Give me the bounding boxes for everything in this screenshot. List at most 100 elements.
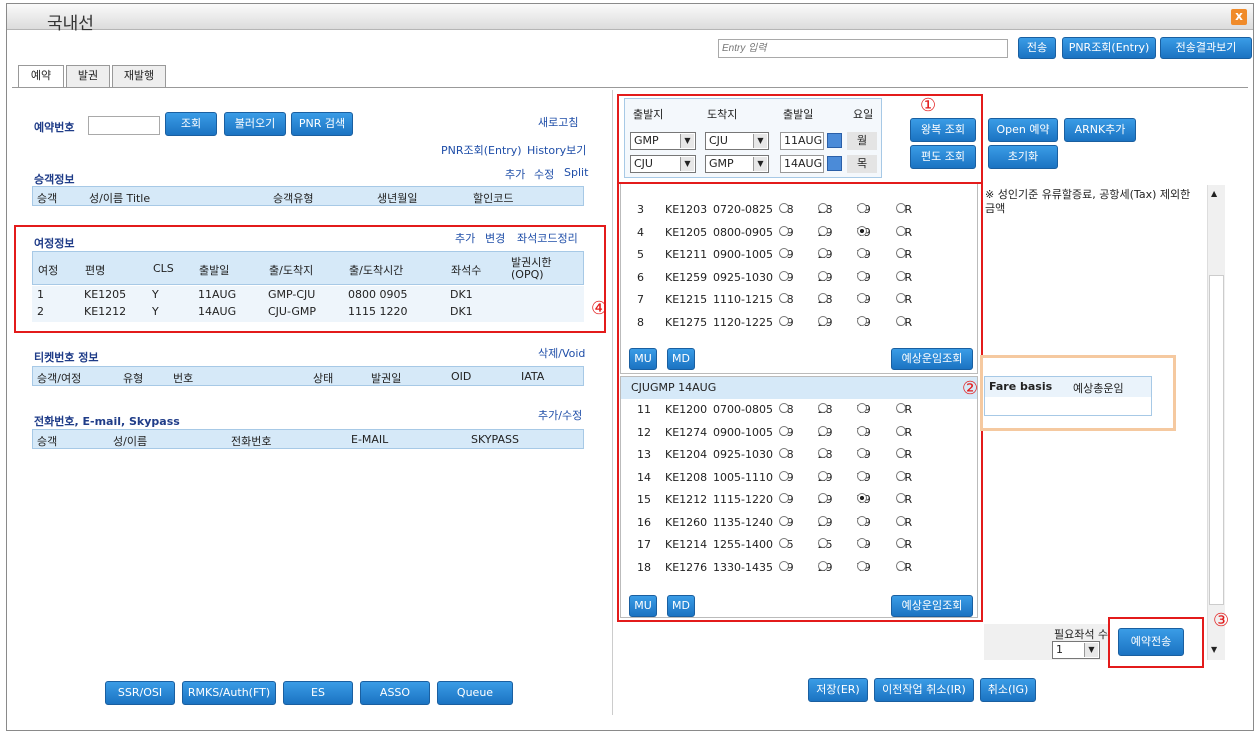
radio-icon[interactable] <box>896 448 906 458</box>
contact-edit-link[interactable]: 추가/수정 <box>538 407 582 423</box>
pnr-entry-link[interactable]: PNR조회(Entry) <box>441 142 522 158</box>
class-radio[interactable]: C8 <box>779 403 794 416</box>
class-radio[interactable]: Y9 <box>857 448 871 461</box>
ticket-void-link[interactable]: 삭제/Void <box>538 345 585 361</box>
radio-icon[interactable] <box>779 448 789 458</box>
class-radio[interactable]: Y9 <box>857 425 871 439</box>
radio-icon[interactable] <box>896 515 906 526</box>
class-radio[interactable]: Z9 <box>818 560 833 574</box>
class-radio[interactable]: GR <box>896 403 912 416</box>
history-link[interactable]: History보기 <box>527 142 586 158</box>
radio-icon[interactable] <box>779 470 789 481</box>
class-radio[interactable]: GR <box>896 425 912 439</box>
radio-icon[interactable] <box>779 425 789 436</box>
class-radio[interactable]: Y9 <box>857 538 871 551</box>
class-radio[interactable]: Z8 <box>818 448 833 461</box>
radio-icon[interactable] <box>818 470 828 481</box>
queue-button[interactable]: Queue <box>437 681 513 705</box>
class-radio[interactable]: GR <box>896 560 912 574</box>
radio-icon[interactable] <box>857 493 867 503</box>
mu-button[interactable]: MU <box>629 595 657 617</box>
radio-icon[interactable] <box>818 538 828 548</box>
entry-input[interactable] <box>718 39 1008 58</box>
undo-button[interactable]: 이전작업 취소(IR) <box>874 678 974 702</box>
es-button[interactable]: ES <box>283 681 353 705</box>
tab-reissue[interactable]: 재발행 <box>112 65 166 87</box>
scroll-down-icon[interactable]: ▼ <box>1211 645 1217 654</box>
radio-icon[interactable] <box>896 425 906 436</box>
pnr-entry-button[interactable]: PNR조회(Entry) <box>1062 37 1156 59</box>
radio-icon[interactable] <box>779 560 789 571</box>
radio-icon[interactable] <box>857 515 867 526</box>
reset-button[interactable]: 초기화 <box>988 145 1058 169</box>
class-radio[interactable]: C9 <box>779 560 794 574</box>
class-radio[interactable]: GR <box>896 493 912 506</box>
arnk-add-button[interactable]: ARNK추가 <box>1064 118 1136 142</box>
radio-icon[interactable] <box>857 448 867 458</box>
radio-icon[interactable] <box>857 538 867 548</box>
radio-icon[interactable] <box>818 560 828 571</box>
class-radio[interactable]: C9 <box>779 425 794 439</box>
pnr-search-button[interactable]: PNR 검색 <box>291 112 353 136</box>
radio-icon[interactable] <box>818 493 828 503</box>
radio-icon[interactable] <box>896 538 906 548</box>
send-result-button[interactable]: 전송결과보기 <box>1160 37 1252 59</box>
class-radio[interactable]: Z5 <box>818 538 833 551</box>
class-radio[interactable]: Y9 <box>857 515 871 529</box>
class-radio[interactable]: C9 <box>779 515 794 529</box>
fare-inquiry-button[interactable]: 예상운임조회 <box>891 595 973 617</box>
class-radio[interactable]: Z9 <box>818 425 833 439</box>
radio-icon[interactable] <box>896 493 906 503</box>
class-radio[interactable]: GR <box>896 470 912 484</box>
close-icon[interactable]: x <box>1231 9 1247 25</box>
radio-icon[interactable] <box>896 403 906 413</box>
radio-icon[interactable] <box>779 538 789 548</box>
class-radio[interactable]: C5 <box>779 538 794 551</box>
class-radio[interactable]: GR <box>896 448 912 461</box>
class-radio[interactable]: C9 <box>779 493 794 506</box>
inquire-button[interactable]: 조회 <box>165 112 217 136</box>
radio-icon[interactable] <box>818 403 828 413</box>
class-radio[interactable]: GR <box>896 538 912 551</box>
class-radio[interactable]: Y9 <box>857 493 871 506</box>
radio-icon[interactable] <box>896 470 906 481</box>
radio-icon[interactable] <box>818 425 828 436</box>
passenger-split-link[interactable]: Split <box>564 166 588 179</box>
radio-icon[interactable] <box>779 515 789 526</box>
radio-icon[interactable] <box>857 425 867 436</box>
class-radio[interactable]: Y9 <box>857 470 871 484</box>
radio-icon[interactable] <box>779 403 789 413</box>
radio-icon[interactable] <box>857 403 867 413</box>
class-radio[interactable]: Z9 <box>818 470 833 484</box>
scroll-up-icon[interactable]: ▲ <box>1211 189 1217 198</box>
asso-button[interactable]: ASSO <box>360 681 430 705</box>
class-radio[interactable]: C9 <box>779 470 794 484</box>
radio-icon[interactable] <box>779 493 789 503</box>
rmks-auth-button[interactable]: RMKS/Auth(FT) <box>182 681 276 705</box>
ssr-osi-button[interactable]: SSR/OSI <box>105 681 175 705</box>
class-radio[interactable]: Z8 <box>818 403 833 416</box>
seat-count-select[interactable]: 1 ▼ <box>1052 641 1100 659</box>
passenger-add-link[interactable]: 추가 <box>505 166 525 182</box>
radio-icon[interactable] <box>818 448 828 458</box>
cancel-button[interactable]: 취소(IG) <box>980 678 1036 702</box>
scrollbar[interactable]: ▲ ▼ <box>1207 185 1225 660</box>
class-radio[interactable]: C8 <box>779 448 794 461</box>
save-button[interactable]: 저장(ER) <box>808 678 868 702</box>
send-button[interactable]: 전송 <box>1018 37 1056 59</box>
radio-icon[interactable] <box>896 560 906 571</box>
class-radio[interactable]: Z9 <box>818 515 833 529</box>
class-radio[interactable]: Z9 <box>818 493 833 506</box>
tab-booking[interactable]: 예약 <box>18 65 64 87</box>
passenger-edit-link[interactable]: 수정 <box>534 166 554 182</box>
refresh-link[interactable]: 새로고침 <box>538 114 578 130</box>
tab-ticketing[interactable]: 발권 <box>66 65 110 87</box>
class-radio[interactable]: Y9 <box>857 403 871 416</box>
scroll-thumb[interactable] <box>1209 275 1224 605</box>
booking-no-input[interactable] <box>88 116 160 135</box>
open-booking-button[interactable]: Open 예약 <box>988 118 1058 142</box>
radio-icon[interactable] <box>857 560 867 571</box>
radio-icon[interactable] <box>857 470 867 481</box>
load-button[interactable]: 불러오기 <box>224 112 286 136</box>
class-radio[interactable]: Y9 <box>857 560 871 574</box>
